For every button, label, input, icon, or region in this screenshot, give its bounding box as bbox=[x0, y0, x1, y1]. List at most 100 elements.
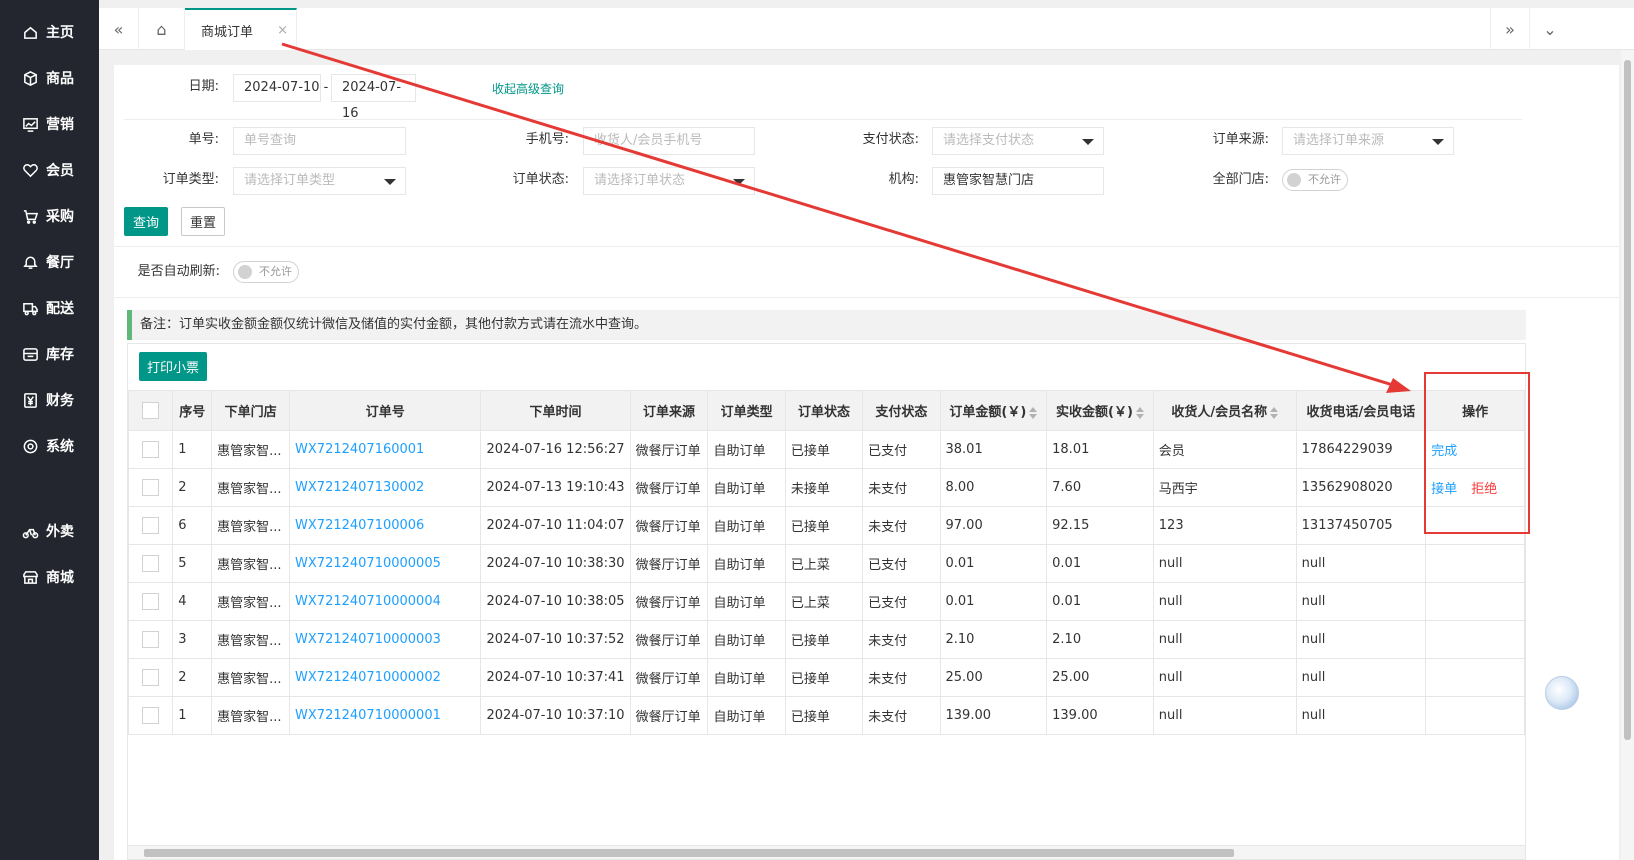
toggle-advanced-query-link[interactable]: 收起高级查询 bbox=[492, 80, 564, 97]
header-paid[interactable]: 实收金额(￥) bbox=[1046, 390, 1154, 431]
checkbox[interactable] bbox=[142, 555, 160, 572]
header-amount[interactable]: 订单金额(￥) bbox=[939, 390, 1048, 431]
sidebar-item-9[interactable]: 系统 bbox=[0, 426, 99, 466]
table-row[interactable]: 3 惠管家智... WX721240710000003 2024-07-10 10:3… bbox=[128, 620, 1525, 659]
print-receipt-button[interactable]: 打印小票 bbox=[139, 352, 207, 381]
pay-status-select[interactable]: 请选择支付状态 bbox=[932, 127, 1104, 155]
collapse-sidebar-icon[interactable]: « bbox=[99, 8, 139, 50]
sidebar-item-label: 财务 bbox=[46, 393, 74, 409]
all-store-toggle[interactable]: 不允许 bbox=[1282, 169, 1348, 191]
checkbox[interactable] bbox=[142, 593, 160, 610]
row-select-cell[interactable] bbox=[128, 582, 174, 621]
query-button[interactable]: 查询 bbox=[124, 207, 168, 236]
home-tab-icon[interactable]: ⌂ bbox=[139, 8, 185, 50]
checkbox[interactable] bbox=[142, 631, 160, 648]
scroll-tabs-right-icon[interactable]: » bbox=[1490, 8, 1530, 50]
checkbox[interactable] bbox=[142, 669, 160, 686]
sidebar-item-3[interactable]: 会员 bbox=[0, 150, 99, 190]
table-row[interactable]: 6 惠管家智... WX7212407100006 2024-07-10 11:04:… bbox=[128, 506, 1525, 545]
table-row[interactable]: 1 惠管家智... WX7212407160001 2024-07-16 12:56:… bbox=[128, 430, 1525, 469]
sidebar-item-8[interactable]: 财务 bbox=[0, 380, 99, 420]
op-link[interactable]: 拒绝 bbox=[1471, 482, 1497, 497]
row-select-cell[interactable] bbox=[128, 544, 174, 583]
cell-time: 2024-07-10 11:04:07 bbox=[480, 506, 631, 545]
sidebar-item-4[interactable]: 采购 bbox=[0, 196, 99, 236]
sidebar-item-5[interactable]: 餐厅 bbox=[0, 242, 99, 282]
row-select-cell[interactable] bbox=[128, 620, 174, 659]
sidebar-item-10[interactable]: 外卖 bbox=[0, 511, 99, 551]
cell-amount: 0.01 bbox=[939, 544, 1048, 583]
cell-no[interactable]: WX721240710000005 bbox=[289, 544, 482, 583]
truck-icon bbox=[21, 299, 39, 317]
horizontal-scrollbar[interactable] bbox=[128, 845, 1525, 859]
table-row[interactable]: 2 惠管家智... WX7212407130002 2024-07-13 19:10:… bbox=[128, 468, 1525, 507]
row-select-cell[interactable] bbox=[128, 696, 174, 735]
chevron-down-icon[interactable]: ⌄ bbox=[1530, 8, 1570, 50]
vertical-scrollbar[interactable] bbox=[1621, 50, 1634, 860]
source-select[interactable]: 请选择订单来源 bbox=[1282, 127, 1454, 155]
auto-refresh-toggle[interactable]: 不允许 bbox=[233, 261, 299, 283]
sidebar-item-11[interactable]: 商城 bbox=[0, 557, 99, 597]
org-input[interactable]: 惠管家智慧门店 bbox=[932, 167, 1104, 195]
pay-status-placeholder: 请选择支付状态 bbox=[943, 133, 1035, 148]
sidebar-item-0[interactable]: 主页 bbox=[0, 12, 99, 52]
date-start-input[interactable]: 2024-07-10 bbox=[233, 74, 321, 102]
scrollbar-thumb[interactable] bbox=[144, 849, 1234, 857]
cell-store: 惠管家智... bbox=[211, 582, 291, 621]
order-type-select[interactable]: 请选择订单类型 bbox=[233, 167, 406, 195]
cell-no[interactable]: WX7212407100006 bbox=[289, 506, 482, 545]
divider bbox=[114, 246, 1619, 247]
sidebar-item-7[interactable]: 库存 bbox=[0, 334, 99, 374]
cell-type: 自助订单 bbox=[707, 696, 786, 735]
cell-ops bbox=[1425, 582, 1525, 621]
sort-icon[interactable] bbox=[1270, 406, 1279, 419]
tab-mall-orders[interactable]: 商城订单 × bbox=[185, 8, 297, 50]
header-name[interactable]: 收货人/会员名称 bbox=[1152, 390, 1297, 431]
header-source: 订单来源 bbox=[629, 390, 709, 431]
cell-no[interactable]: WX721240710000004 bbox=[289, 582, 482, 621]
scrollbar-thumb[interactable] bbox=[1624, 60, 1631, 740]
cell-paid: 2.10 bbox=[1046, 620, 1154, 659]
row-select-cell[interactable] bbox=[128, 430, 174, 469]
op-link[interactable]: 接单 bbox=[1431, 482, 1457, 497]
close-icon[interactable]: × bbox=[277, 23, 288, 38]
sort-icon[interactable] bbox=[1029, 406, 1038, 419]
chevron-down-icon bbox=[733, 179, 745, 185]
cell-paid: 25.00 bbox=[1046, 658, 1154, 697]
cell-phone: null bbox=[1295, 582, 1427, 621]
cell-name: null bbox=[1152, 620, 1297, 659]
sort-icon[interactable] bbox=[1135, 406, 1144, 419]
checkbox[interactable] bbox=[142, 707, 160, 724]
reset-button[interactable]: 重置 bbox=[181, 207, 225, 236]
cell-paid: 0.01 bbox=[1046, 544, 1154, 583]
phone-input[interactable]: 收货人/会员手机号 bbox=[583, 127, 755, 155]
assistant-float-icon[interactable] bbox=[1545, 676, 1579, 710]
op-link[interactable]: 完成 bbox=[1431, 444, 1457, 459]
order-state-select[interactable]: 请选择订单状态 bbox=[583, 167, 755, 195]
table-row[interactable]: 4 惠管家智... WX721240710000004 2024-07-10 10:3… bbox=[128, 582, 1525, 621]
checkbox[interactable] bbox=[142, 441, 160, 458]
table-row[interactable]: 1 惠管家智... WX721240710000001 2024-07-10 10:3… bbox=[128, 696, 1525, 735]
cell-source: 微餐厅订单 bbox=[629, 620, 709, 659]
checkbox[interactable] bbox=[142, 402, 160, 419]
row-select-cell[interactable] bbox=[128, 658, 174, 697]
cell-no[interactable]: WX721240710000002 bbox=[289, 658, 482, 697]
date-end-input[interactable]: 2024-07-16 bbox=[331, 74, 416, 121]
sidebar-item-2[interactable]: 营销 bbox=[0, 104, 99, 144]
sidebar-item-6[interactable]: 配送 bbox=[0, 288, 99, 328]
cell-no[interactable]: WX7212407160001 bbox=[289, 430, 482, 469]
header-select-all[interactable] bbox=[128, 390, 174, 431]
cell-type: 自助订单 bbox=[707, 506, 786, 545]
checkbox[interactable] bbox=[142, 479, 160, 496]
cell-no[interactable]: WX7212407130002 bbox=[289, 468, 482, 507]
order-no-input[interactable]: 单号查询 bbox=[233, 127, 406, 155]
row-select-cell[interactable] bbox=[128, 506, 174, 545]
cell-phone: 13137450705 bbox=[1295, 506, 1427, 545]
sidebar-item-1[interactable]: 商品 bbox=[0, 58, 99, 98]
cell-no[interactable]: WX721240710000001 bbox=[289, 696, 482, 735]
row-select-cell[interactable] bbox=[128, 468, 174, 507]
table-row[interactable]: 5 惠管家智... WX721240710000005 2024-07-10 10:3… bbox=[128, 544, 1525, 583]
table-row[interactable]: 2 惠管家智... WX721240710000002 2024-07-10 10:3… bbox=[128, 658, 1525, 697]
cell-no[interactable]: WX721240710000003 bbox=[289, 620, 482, 659]
checkbox[interactable] bbox=[142, 517, 160, 534]
